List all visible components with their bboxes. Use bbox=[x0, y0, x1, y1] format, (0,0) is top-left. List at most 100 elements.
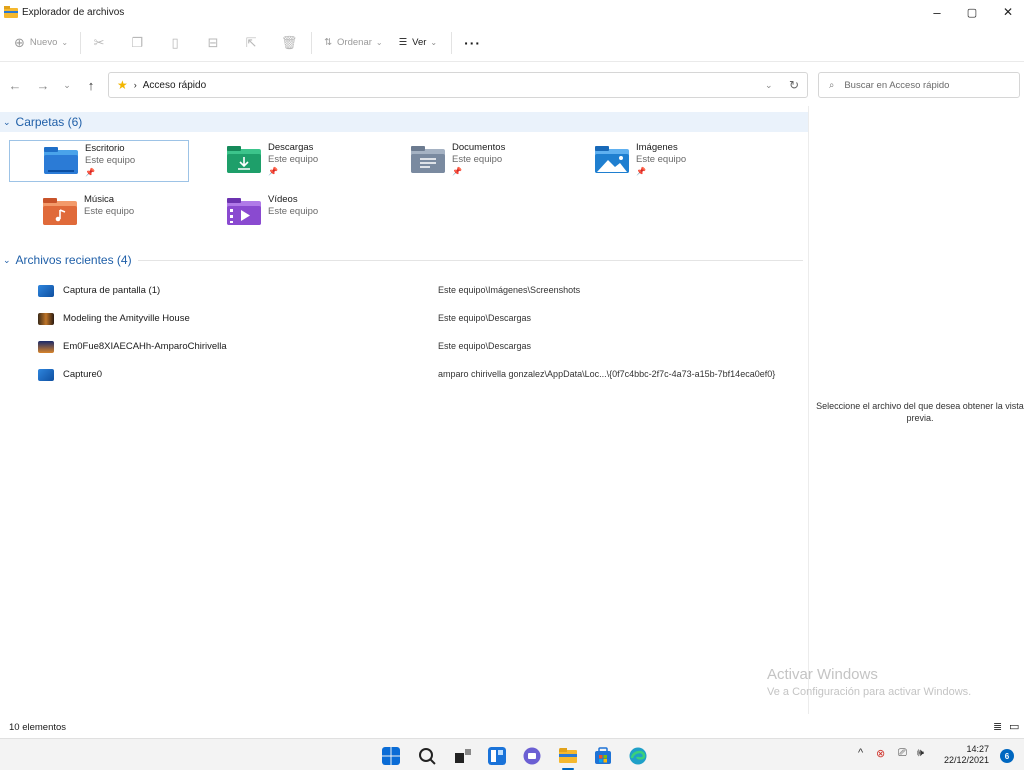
folder-name: Documentos bbox=[452, 142, 506, 153]
navigation-row: ← → ⌄ ↑ ★ › Acceso rápido ⌄ ↻ ⌕ Buscar e… bbox=[0, 70, 1024, 100]
share-icon[interactable]: ⇱ bbox=[239, 29, 263, 57]
file-path: Este equipo\Descargas bbox=[438, 313, 532, 323]
videos-folder-icon bbox=[227, 198, 261, 225]
image-file-icon bbox=[38, 285, 54, 297]
folder-tile-musica[interactable]: Música Este equipo bbox=[9, 192, 189, 234]
folder-name: Imágenes bbox=[636, 142, 678, 153]
system-clock[interactable]: 14:27 22/12/2021 bbox=[944, 744, 989, 766]
breadcrumb-current[interactable]: Acceso rápido bbox=[143, 80, 206, 91]
file-path: amparo chirivella gonzalez\AppData\Loc..… bbox=[438, 369, 776, 379]
widgets-icon[interactable] bbox=[488, 747, 506, 765]
documents-folder-icon bbox=[411, 146, 445, 173]
recent-group-header[interactable]: ⌄ Archivos recientes (4) bbox=[0, 250, 803, 270]
network-error-icon[interactable]: ⊗ bbox=[876, 747, 885, 760]
folder-text: Vídeos Este equipo bbox=[268, 194, 318, 218]
folder-location: Este equipo bbox=[268, 206, 319, 217]
up-arrow-icon[interactable]: ↑ bbox=[80, 74, 102, 96]
tiles-view-icon[interactable]: ▭ bbox=[1009, 720, 1019, 733]
view-button[interactable]: ☰ Ver ⌄ bbox=[393, 29, 444, 57]
rename-icon[interactable]: ⊟ bbox=[201, 29, 225, 57]
folder-name: Descargas bbox=[268, 142, 314, 153]
task-view-icon[interactable] bbox=[454, 747, 472, 765]
chat-icon[interactable] bbox=[523, 747, 541, 765]
separator bbox=[311, 31, 313, 54]
image-file-icon bbox=[38, 341, 54, 353]
file-name: Captura de pantalla (1) bbox=[63, 285, 161, 296]
more-options-button[interactable]: ··· bbox=[458, 29, 487, 57]
star-icon: ★ bbox=[117, 78, 128, 92]
window-title: Explorador de archivos bbox=[22, 6, 125, 18]
address-bar[interactable]: ★ › Acceso rápido ⌄ ↻ bbox=[108, 72, 808, 98]
folder-tile-videos[interactable]: Vídeos Este equipo bbox=[193, 192, 373, 234]
pin-icon: 📌 bbox=[85, 168, 95, 177]
sort-button[interactable]: ⇅ Ordenar ⌄ bbox=[318, 29, 389, 57]
search-box[interactable]: ⌕ Buscar en Acceso rápido bbox=[818, 72, 1020, 98]
chevron-down-icon: ⌄ bbox=[61, 38, 69, 47]
display-icon[interactable]: ⎚ bbox=[898, 747, 907, 760]
recent-file-row[interactable]: Captura de pantalla (1) Este equipo\Imág… bbox=[0, 277, 808, 305]
activation-watermark: Activar Windows Ve a Configuración para … bbox=[767, 666, 971, 698]
folder-tile-documentos[interactable]: Documentos Este equipo 📌 bbox=[377, 140, 557, 182]
folder-location: Este equipo bbox=[84, 206, 135, 217]
refresh-icon[interactable]: ↻ bbox=[789, 78, 799, 92]
forward-arrow-icon[interactable]: → bbox=[32, 74, 54, 96]
downloads-folder-icon bbox=[227, 146, 261, 173]
cut-icon[interactable]: ✂ bbox=[87, 29, 111, 57]
minimize-button[interactable]: – bbox=[918, 0, 956, 24]
chevron-up-icon[interactable]: ^ bbox=[858, 747, 863, 759]
group-divider bbox=[137, 259, 803, 261]
desktop-folder-icon bbox=[44, 147, 78, 174]
plus-circle-icon: ⊕ bbox=[14, 34, 25, 50]
close-button[interactable]: ✕ bbox=[989, 0, 1024, 24]
preview-pane: Seleccione el archivo del que desea obte… bbox=[808, 106, 1024, 714]
command-bar: ⊕ Nuevo ⌄ ✂ ❐ ▯ ⊟ ⇱ 🗑 ⇅ Ordenar ⌄ ☰ Ver … bbox=[0, 24, 1024, 62]
recent-file-row[interactable]: Modeling the Amityville House Este equip… bbox=[0, 305, 808, 333]
recent-file-row[interactable]: Em0Fue8XIAECAHh-AmparoChirivella Este eq… bbox=[0, 333, 808, 361]
sort-icon: ⇅ bbox=[324, 37, 333, 48]
edge-browser-icon[interactable] bbox=[629, 747, 647, 765]
file-path: Este equipo\Descargas bbox=[438, 341, 532, 351]
watermark-subtitle: Ve a Configuración para activar Windows. bbox=[767, 686, 972, 698]
address-dropdown-icon[interactable]: ⌄ bbox=[765, 80, 773, 91]
view-icon: ☰ bbox=[398, 37, 408, 48]
maximize-button[interactable]: ▢ bbox=[953, 0, 991, 24]
delete-icon[interactable]: 🗑 bbox=[277, 29, 301, 57]
volume-icon[interactable]: 🕪 bbox=[917, 747, 924, 760]
image-file-icon bbox=[38, 313, 54, 325]
file-explorer-icon[interactable] bbox=[559, 747, 577, 765]
new-button[interactable]: ⊕ Nuevo ⌄ bbox=[8, 29, 74, 57]
pin-icon: 📌 bbox=[452, 167, 462, 176]
folder-name: Vídeos bbox=[268, 194, 298, 205]
paste-icon[interactable]: ▯ bbox=[163, 29, 187, 57]
group-title: Archivos recientes (4) bbox=[15, 253, 132, 267]
chevron-down-icon: ⌄ bbox=[430, 38, 438, 47]
folder-tile-imagenes[interactable]: Imágenes Este equipo 📌 bbox=[561, 140, 741, 182]
chevron-down-icon: ⌄ bbox=[3, 254, 11, 265]
search-icon[interactable] bbox=[418, 747, 436, 765]
folder-tile-escritorio[interactable]: Escritorio Este equipo 📌 bbox=[9, 140, 189, 182]
recent-locations-chevron-icon[interactable]: ⌄ bbox=[56, 74, 78, 96]
copy-icon[interactable]: ❐ bbox=[125, 29, 149, 57]
separator bbox=[451, 31, 453, 54]
back-arrow-icon[interactable]: ← bbox=[4, 74, 26, 96]
folder-text: Música Este equipo bbox=[84, 194, 134, 218]
file-path: Este equipo\Imágenes\Screenshots bbox=[438, 285, 581, 295]
view-label: Ver bbox=[412, 37, 427, 48]
notification-badge[interactable]: 6 bbox=[1000, 749, 1014, 763]
folder-tile-descargas[interactable]: Descargas Este equipo 📌 bbox=[193, 140, 373, 182]
new-label: Nuevo bbox=[29, 37, 58, 48]
search-placeholder: Buscar en Acceso rápido bbox=[844, 79, 950, 91]
windows-start-icon[interactable] bbox=[382, 747, 400, 765]
folder-location: Este equipo bbox=[268, 154, 319, 165]
folder-text: Escritorio Este equipo 📌 bbox=[85, 143, 135, 179]
taskbar: ^ ⊗ ⎚ 🕪 14:27 22/12/2021 6 bbox=[0, 738, 1024, 770]
details-view-icon[interactable]: ≣ bbox=[993, 720, 1002, 733]
folders-group-header[interactable]: ⌄ Carpetas (6) bbox=[0, 112, 808, 132]
clock-date: 22/12/2021 bbox=[944, 755, 990, 765]
store-icon[interactable] bbox=[594, 747, 612, 765]
chevron-down-icon: ⌄ bbox=[375, 38, 383, 47]
recent-file-row[interactable]: Capture0 amparo chirivella gonzalez\AppD… bbox=[0, 361, 808, 389]
clock-time: 14:27 bbox=[966, 744, 990, 754]
status-bar: 10 elementos ≣ ▭ bbox=[0, 718, 1024, 738]
music-folder-icon bbox=[43, 198, 77, 225]
